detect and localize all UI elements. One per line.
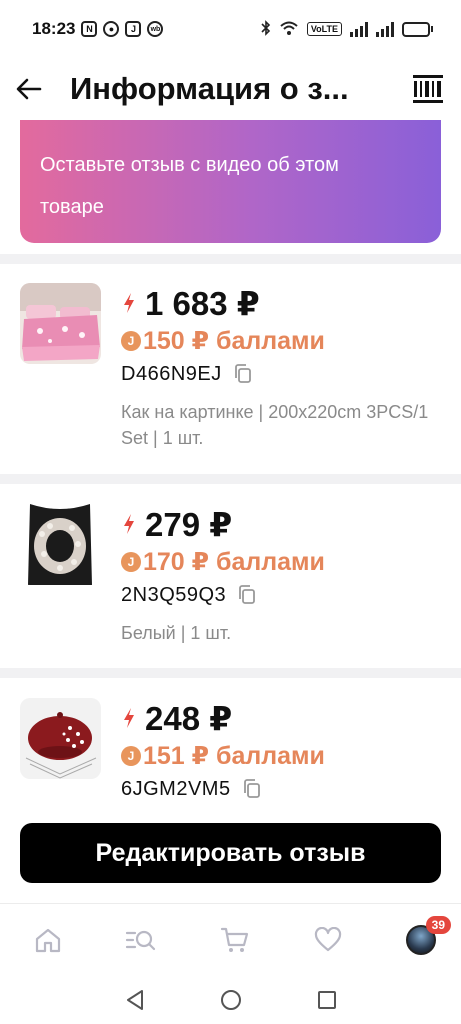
system-navigation-bar [0,975,461,1024]
sku-row: 2N3Q59Q3 [121,580,441,610]
nav-profile[interactable]: 39 [401,915,451,960]
nav-favorites[interactable] [308,920,348,960]
page-title: Информация о з... [70,71,349,106]
sku-row: 6JGM2VM5 [121,774,441,804]
product-variant: Белый | 1 шт. [121,623,232,643]
wb-icon: wb [147,21,164,37]
product-info: 248 ₽ J 151 ₽ баллами 6JGM2VM5 [121,698,441,804]
product-sku: D466N9EJ [121,362,222,385]
back-button[interactable] [16,69,56,109]
nfc-icon: N [81,21,98,37]
arrow-left-icon [16,78,42,100]
status-bar: 18:23 N ● J wb VoLTE [0,0,461,58]
triangle-back-icon [126,989,143,1010]
copy-icon[interactable] [243,779,261,799]
edit-review-button[interactable]: Редактировать отзыв [20,823,441,883]
battery-icon [402,21,433,37]
product-price: 279 ₽ [145,505,233,543]
product-image [20,504,101,585]
system-home-button[interactable] [219,988,243,1012]
header: Информация о з... [0,58,461,120]
notification-badge: 39 [425,915,451,934]
system-recents-button[interactable] [315,988,339,1012]
signal-bars-icon-2 [376,21,394,37]
product-points: 170 ₽ баллами [143,548,325,576]
bluetooth-icon [261,19,271,39]
price-row: 1 683 ₽ [121,283,441,323]
product-points: 150 ₽ баллами [143,327,325,355]
price-row: 248 ₽ [121,698,441,738]
circle-home-icon [220,989,241,1010]
points-coin-icon: J [121,552,141,572]
product-info: 1 683 ₽ J 150 ₽ баллами D466N9EJ Как на … [121,283,441,451]
video-review-banner[interactable]: Оставьте отзыв с видео об этом товаре [20,120,441,243]
product-item[interactable]: 248 ₽ J 151 ₽ баллами 6JGM2VM5 [0,698,461,804]
product-price: 1 683 ₽ [145,284,260,322]
product-variant: Как на картинке | 200x220cm 3PCS/1 Set |… [121,402,429,448]
divider [0,668,461,678]
points-coin-icon: J [121,331,141,351]
points-coin-icon: J [121,746,141,766]
square-recents-icon [317,990,336,1009]
points-row: J 150 ₽ баллами [121,323,441,359]
product-image [20,283,101,364]
product-sku: 6JGM2VM5 [121,777,231,800]
product-item[interactable]: 279 ₽ J 170 ₽ баллами 2N3Q59Q3 Белый | 1… [0,504,461,646]
divider [0,474,461,484]
review-info-screen: 18:23 N ● J wb VoLTE Информация о з... О… [0,0,461,1024]
home-icon [35,928,61,952]
barcode-button[interactable] [411,72,445,106]
status-right: VoLTE [261,19,433,39]
product-sku: 2N3Q59Q3 [121,583,227,606]
system-back-button[interactable] [123,988,147,1012]
product-image [20,698,101,779]
nav-catalog[interactable] [121,920,161,960]
banner-text: Оставьте отзыв с видео об этом товаре [40,154,339,218]
nav-cart[interactable] [215,920,255,960]
product-price: 248 ₽ [145,699,233,737]
lightning-icon [124,514,134,534]
favorites-icon [314,926,341,951]
product-info: 279 ₽ J 170 ₽ баллами 2N3Q59Q3 Белый | 1… [121,504,441,646]
divider [0,254,461,264]
catalog-search-icon [126,930,156,950]
lightning-icon [124,293,134,313]
status-left: 18:23 N ● J wb [32,19,164,39]
volte-badge: VoLTE [306,22,342,36]
copy-icon[interactable] [238,585,256,605]
sku-row: D466N9EJ [121,359,441,389]
wifi-icon [279,20,299,39]
signal-bars-icon [350,21,368,37]
points-row: J 151 ₽ баллами [121,738,441,774]
product-item[interactable]: 1 683 ₽ J 150 ₽ баллами D466N9EJ Как на … [0,283,461,451]
barcode-icon [413,75,443,103]
product-points: 151 ₽ баллами [143,742,325,770]
j-app-icon: J [125,21,142,37]
chat-icon: ● [103,21,120,37]
status-time: 18:23 [32,19,76,38]
cart-icon [220,927,248,952]
points-row: J 170 ₽ баллами [121,544,441,580]
copy-icon[interactable] [234,364,252,384]
price-row: 279 ₽ [121,504,441,544]
nav-home[interactable] [28,920,68,960]
lightning-icon [124,708,134,728]
bottom-nav: 39 [0,903,461,975]
